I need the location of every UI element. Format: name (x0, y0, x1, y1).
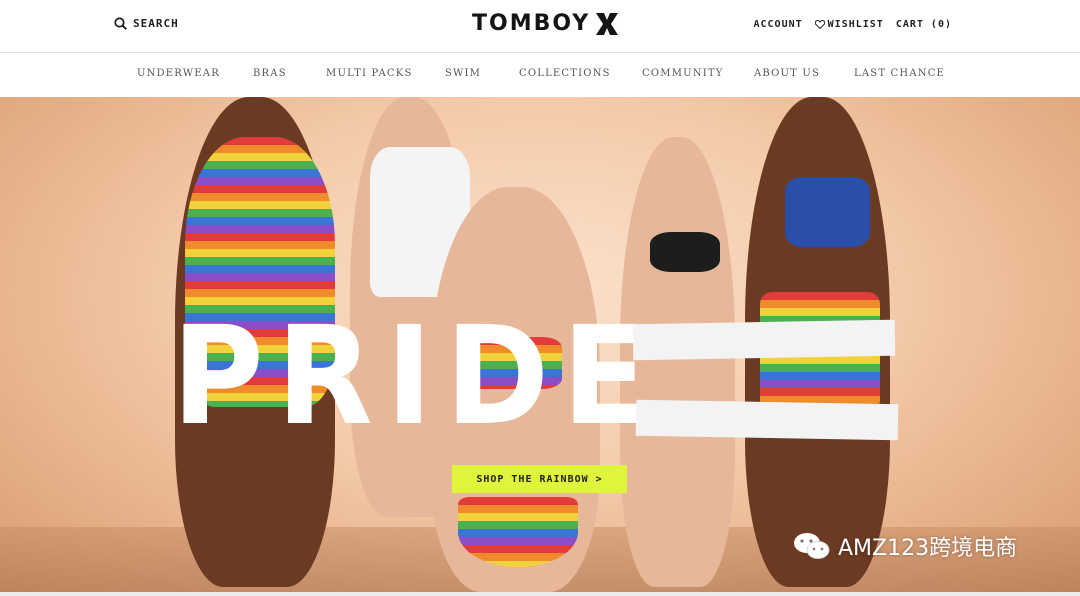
nav-item-collections[interactable]: COLLECTIONS (519, 68, 611, 79)
tape-strip (632, 319, 896, 361)
heart-icon (814, 20, 825, 29)
wishlist-label: WISHLIST (827, 19, 884, 30)
page-bottom-strip (0, 592, 1080, 596)
site-logo[interactable]: TOMBOY (472, 11, 620, 36)
wishlist-link[interactable]: WISHLIST (814, 19, 884, 30)
site-header: SEARCH TOMBOY ACCOUNT WISHLIST CART (0) (0, 0, 1080, 53)
nav-item-underwear[interactable]: UNDERWEAR (137, 68, 220, 79)
hero-headline: PRIDE (172, 298, 661, 456)
wechat-icon (794, 533, 830, 559)
hero-banner[interactable]: PRIDE SHOP THE RAINBOW > AMZ123跨境电商 (0, 97, 1080, 592)
tape-strip (635, 399, 899, 441)
model-garment (458, 497, 578, 567)
nav-item-last-chance[interactable]: LAST CHANCE (854, 68, 945, 79)
logo-text: TOMBOY (472, 11, 591, 36)
search-label: SEARCH (133, 17, 179, 30)
nav-item-multi-packs[interactable]: MULTI PACKS (326, 68, 413, 79)
watermark-text: AMZ123跨境电商 (838, 536, 1018, 561)
cart-link[interactable]: CART (0) (896, 19, 952, 30)
model-garment (650, 232, 720, 272)
account-bar: ACCOUNT WISHLIST CART (0) (754, 19, 953, 30)
logo-x-icon (596, 12, 619, 35)
main-nav: UNDERWEAR BRAS MULTI PACKS SWIM COLLECTI… (0, 53, 1080, 97)
watermark: AMZ123跨境电商 (792, 530, 1017, 562)
nav-item-swim[interactable]: SWIM (445, 68, 481, 79)
search-icon (114, 17, 127, 30)
account-link[interactable]: ACCOUNT (754, 19, 803, 30)
nav-item-bras[interactable]: BRAS (253, 68, 287, 79)
search-button[interactable]: SEARCH (114, 17, 179, 30)
nav-item-about-us[interactable]: ABOUT US (754, 68, 820, 79)
shop-the-rainbow-button[interactable]: SHOP THE RAINBOW > (452, 465, 627, 493)
model-garment (785, 177, 870, 247)
nav-item-community[interactable]: COMMUNITY (642, 68, 724, 79)
